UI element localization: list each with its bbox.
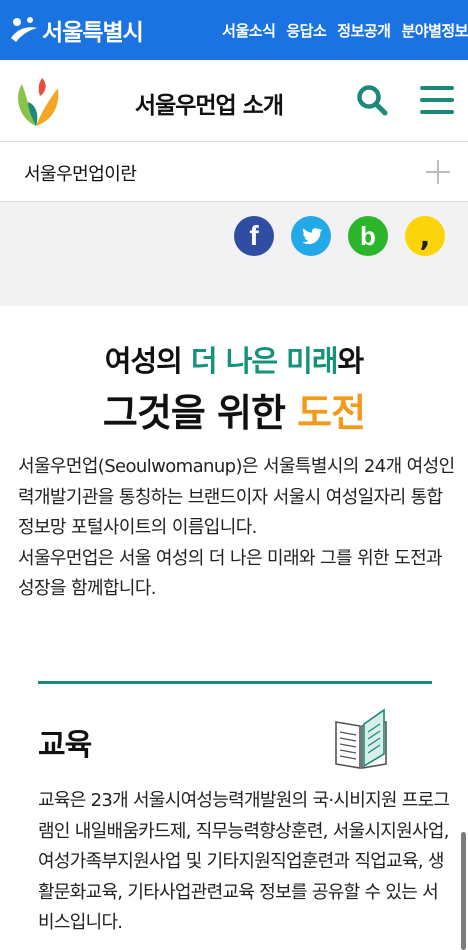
submenu-accordion[interactable]: 서울우먼업이란 bbox=[0, 142, 468, 202]
headline-text: 여성의 bbox=[104, 344, 191, 378]
link-eungdapso[interactable]: 응답소 bbox=[286, 20, 326, 41]
twitter-bird-icon bbox=[302, 228, 323, 245]
scrollbar[interactable] bbox=[461, 832, 466, 950]
headline-text: 그것을 위한 bbox=[102, 391, 298, 435]
seoul-logo-text: 서울특별시 bbox=[42, 20, 144, 46]
search-icon[interactable] bbox=[356, 84, 388, 116]
blog-icon[interactable]: b bbox=[348, 216, 388, 256]
plus-icon[interactable] bbox=[426, 160, 450, 184]
book-icon bbox=[335, 708, 387, 769]
facebook-icon[interactable]: f bbox=[234, 216, 274, 256]
intro-text: 서울우먼업(Seoulwomanup)은 서울특별시의 24개 여성인력개발기관… bbox=[18, 452, 458, 605]
link-category-info[interactable]: 분야별정보 bbox=[401, 20, 468, 41]
top-links: 서울소식 응답소 정보공개 분야별정보 bbox=[211, 0, 468, 60]
headline-line-1: 여성의 더 나은 미래와 bbox=[0, 338, 468, 380]
twitter-icon[interactable] bbox=[291, 216, 331, 256]
top-bar: 서울특별시 서울소식 응답소 정보공개 분야별정보 bbox=[0, 0, 468, 60]
link-info-disclosure[interactable]: 정보공개 bbox=[337, 20, 391, 41]
intro-paragraph: 서울우먼업(Seoulwomanup)은 서울특별시의 24개 여성인력개발기관… bbox=[18, 456, 455, 538]
headline-highlight: 더 나은 미래 bbox=[190, 344, 339, 378]
kakaostory-icon[interactable]: , bbox=[405, 216, 445, 256]
intro-paragraph: 서울우먼업은 서울 여성의 더 나은 미래와 그를 위한 도전과 성장을 함께합… bbox=[18, 547, 443, 600]
seoul-logo[interactable]: 서울특별시 bbox=[8, 10, 144, 50]
menu-line bbox=[420, 110, 454, 114]
menu-icon[interactable] bbox=[420, 86, 454, 114]
headline-line-2: 그것을 위한 도전 bbox=[0, 382, 468, 437]
facebook-glyph: f bbox=[249, 220, 259, 251]
section-title: 교육 bbox=[38, 728, 92, 763]
link-seoul-news[interactable]: 서울소식 bbox=[222, 20, 276, 41]
site-header: 서울우먼업 소개 bbox=[0, 60, 468, 142]
seoul-symbol-icon bbox=[11, 17, 37, 42]
section-description: 교육은 23개 서울시여성능력개발원의 국·시비지원 프로그램인 내일배움카드제… bbox=[38, 790, 450, 933]
section-divider bbox=[38, 681, 432, 684]
submenu-label: 서울우먼업이란 bbox=[24, 164, 137, 185]
blog-glyph: b bbox=[360, 220, 376, 251]
kakao-glyph: , bbox=[419, 219, 431, 253]
headline-text: 와 bbox=[337, 344, 365, 378]
share-bar: f b , bbox=[0, 202, 468, 306]
menu-line bbox=[420, 98, 454, 102]
menu-line bbox=[420, 86, 454, 90]
headline-highlight: 도전 bbox=[297, 391, 366, 435]
